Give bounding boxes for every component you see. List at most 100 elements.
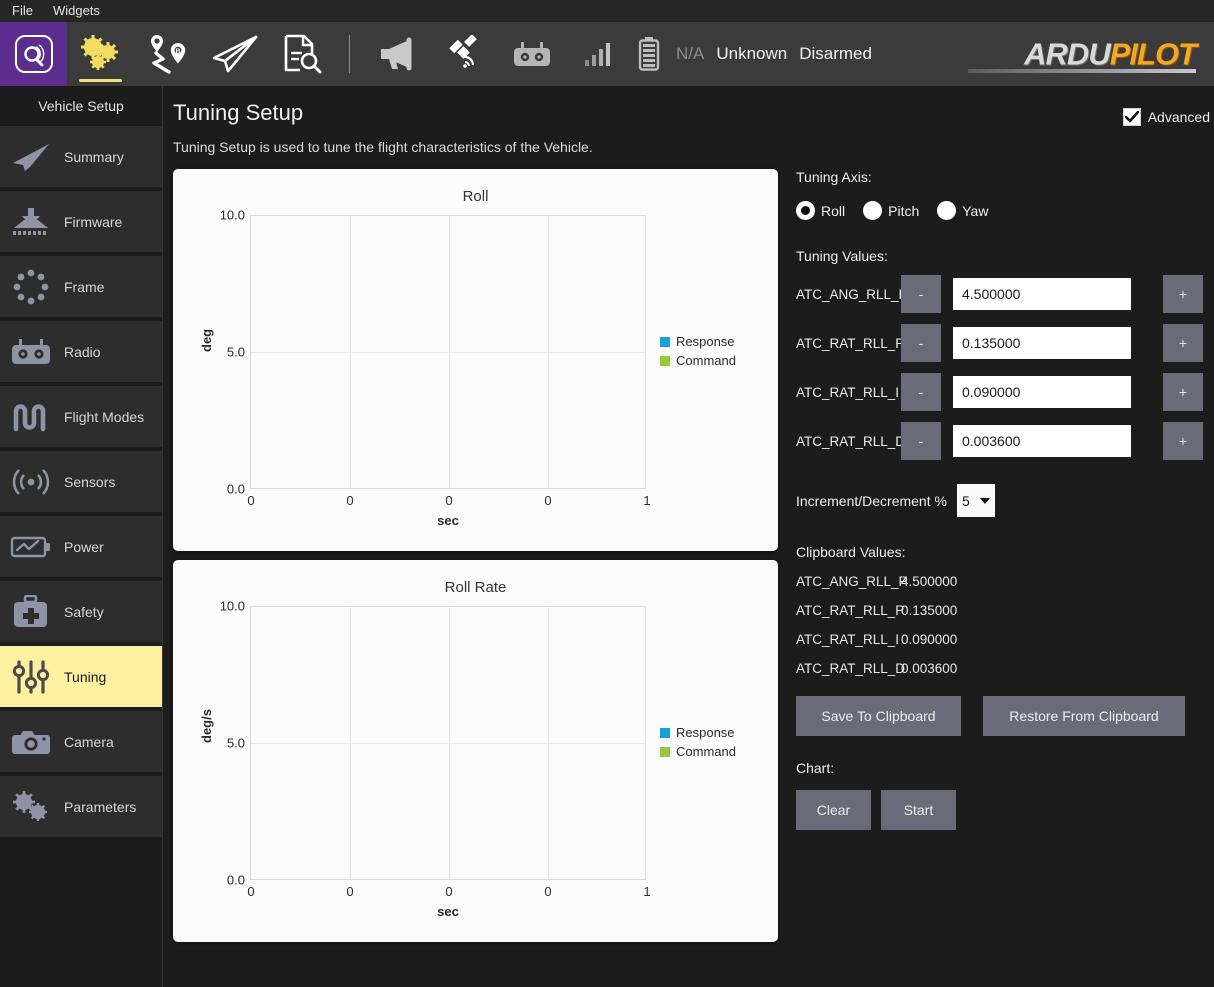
megaphone-icon[interactable] <box>364 22 431 86</box>
chart-title: Roll Rate <box>173 579 778 596</box>
increment-button[interactable]: + <box>1163 373 1203 411</box>
content-row: Roll 0.0 5.0 10.0 0 0 0 0 <box>173 169 1214 951</box>
sidebar-item-camera[interactable]: Camera <box>0 711 162 772</box>
roll-rate-chart-card: Roll Rate 0.0 5.0 10.0 0 0 0 <box>173 560 778 942</box>
sidebar-item-sensors[interactable]: Sensors <box>0 451 162 512</box>
sidebar-item-power[interactable]: Power <box>0 516 162 577</box>
legend-item[interactable]: Command <box>660 353 736 368</box>
decrement-button[interactable]: - <box>901 324 941 362</box>
y-tick-label: 10.0 <box>220 208 245 223</box>
menu-item-widgets[interactable]: Widgets <box>53 0 100 22</box>
grid-line-h <box>251 352 646 353</box>
sidebar-item-frame[interactable]: Frame <box>0 256 162 317</box>
start-chart-button[interactable]: Start <box>881 790 956 830</box>
y-tick-label: 0.0 <box>227 482 245 497</box>
radio-dot <box>801 206 810 215</box>
legend-label: Command <box>676 744 736 759</box>
roll-chart-card: Roll 0.0 5.0 10.0 0 0 0 0 <box>173 169 778 551</box>
param-value-input[interactable] <box>953 376 1131 408</box>
increment-percent-row: Increment/Decrement % 5 <box>796 484 1214 517</box>
page-subtitle: Tuning Setup is used to tune the flight … <box>173 139 1214 155</box>
sidebar-item-summary[interactable]: Summary <box>0 126 162 187</box>
radio-yaw-label: Yaw <box>962 203 988 219</box>
decrement-button[interactable]: - <box>901 275 941 313</box>
log-analyze-icon[interactable] <box>268 22 335 86</box>
increment-button[interactable]: + <box>1163 422 1203 460</box>
grid-line-h <box>251 743 646 744</box>
y-axis-label: deg/s <box>199 709 214 743</box>
radio-pitch-button[interactable] <box>863 201 882 220</box>
chart-section-label: Chart: <box>796 760 1214 776</box>
sidebar-item-tuning[interactable]: Tuning <box>0 646 162 707</box>
increment-button[interactable]: + <box>1163 324 1203 362</box>
flight-mode-indicator[interactable]: Unknown <box>716 44 787 64</box>
radio-roll-button[interactable] <box>796 201 815 220</box>
x-tick-label: 0 <box>346 493 353 508</box>
x-axis-label: sec <box>250 904 646 919</box>
advanced-toggle[interactable]: Advanced <box>1123 108 1210 126</box>
param-row: ATC_RAT_RLL_D - + <box>796 422 1214 460</box>
arm-state-indicator[interactable]: Disarmed <box>799 44 872 64</box>
tuning-axis-radio-group: Roll Pitch Yaw <box>796 201 1214 220</box>
param-name: ATC_ANG_RLL_P <box>796 287 901 302</box>
restore-from-clipboard-button[interactable]: Restore From Clipboard <box>983 696 1185 736</box>
increment-percent-select[interactable]: 5 <box>957 484 995 517</box>
x-axis-label: sec <box>250 513 646 528</box>
sidebar-item-label: Safety <box>64 604 104 620</box>
battery-value: N/A <box>676 44 704 64</box>
clipboard-param-value: 0.135000 <box>901 603 957 618</box>
clipboard-param-value: 0.003600 <box>901 661 957 676</box>
roll-rate-plot-area[interactable]: 0.0 5.0 10.0 0 0 0 0 1 <box>250 606 646 880</box>
radio-pitch[interactable]: Pitch <box>863 201 919 220</box>
clipboard-row: ATC_RAT_RLL_D 0.003600 <box>796 661 1214 676</box>
rc-controller-icon[interactable] <box>498 22 565 86</box>
decrement-button[interactable]: - <box>901 422 941 460</box>
clipboard-row: ATC_RAT_RLL_P 0.135000 <box>796 603 1214 618</box>
sidebar-item-label: Parameters <box>64 799 136 815</box>
save-to-clipboard-button[interactable]: Save To Clipboard <box>796 696 961 736</box>
decrement-button[interactable]: - <box>901 373 941 411</box>
radio-pitch-label: Pitch <box>888 203 919 219</box>
sidebar-item-radio[interactable]: Radio <box>0 321 162 382</box>
tuning-values-label: Tuning Values: <box>796 248 1214 264</box>
sidebar-item-label: Tuning <box>64 669 106 685</box>
sidebar-item-label: Flight Modes <box>64 409 144 425</box>
param-value-input[interactable] <box>953 425 1131 457</box>
battery-icon[interactable] <box>632 22 666 86</box>
gears-icon[interactable] <box>67 22 134 86</box>
param-value-input[interactable] <box>953 327 1131 359</box>
body-wrapper: Vehicle Setup Summary Firmware <box>0 86 1214 987</box>
qgc-logo-icon[interactable] <box>0 22 67 86</box>
radio-roll[interactable]: Roll <box>796 201 845 220</box>
ardupilot-logo: ARDUPILOT <box>1024 39 1196 70</box>
satellite-icon[interactable] <box>431 22 498 86</box>
legend-swatch-command <box>660 356 670 366</box>
legend-item[interactable]: Response <box>660 725 736 740</box>
sidebar-item-firmware[interactable]: Firmware <box>0 191 162 252</box>
logo-pilot-text: PILOT <box>1110 39 1196 70</box>
param-name: ATC_RAT_RLL_I <box>796 385 901 400</box>
increment-button[interactable]: + <box>1163 275 1203 313</box>
svg-text:B: B <box>175 49 180 56</box>
legend-item[interactable]: Command <box>660 744 736 759</box>
legend-item[interactable]: Response <box>660 334 736 349</box>
plan-route-icon[interactable]: B <box>134 22 201 86</box>
roll-plot-area[interactable]: 0.0 5.0 10.0 0 0 0 0 1 <box>250 215 646 489</box>
radio-yaw[interactable]: Yaw <box>937 201 988 220</box>
signal-bars-icon[interactable] <box>565 22 632 86</box>
advanced-checkbox[interactable] <box>1123 108 1141 126</box>
sidebar-item-safety[interactable]: Safety <box>0 581 162 642</box>
sidebar-item-flight-modes[interactable]: Flight Modes <box>0 386 162 447</box>
y-tick-label: 5.0 <box>227 345 245 360</box>
y-tick-label: 0.0 <box>227 873 245 888</box>
sidebar-item-parameters[interactable]: Parameters <box>0 776 162 837</box>
sidebar-title: Vehicle Setup <box>0 86 162 126</box>
x-tick-label: 0 <box>247 884 254 899</box>
paper-plane-icon[interactable] <box>201 22 268 86</box>
clear-chart-button[interactable]: Clear <box>796 790 871 830</box>
legend-swatch-response <box>660 337 670 347</box>
radio-yaw-button[interactable] <box>937 201 956 220</box>
param-row: ATC_RAT_RLL_P - + <box>796 324 1214 362</box>
menu-item-file[interactable]: File <box>12 0 33 22</box>
param-value-input[interactable] <box>953 278 1131 310</box>
